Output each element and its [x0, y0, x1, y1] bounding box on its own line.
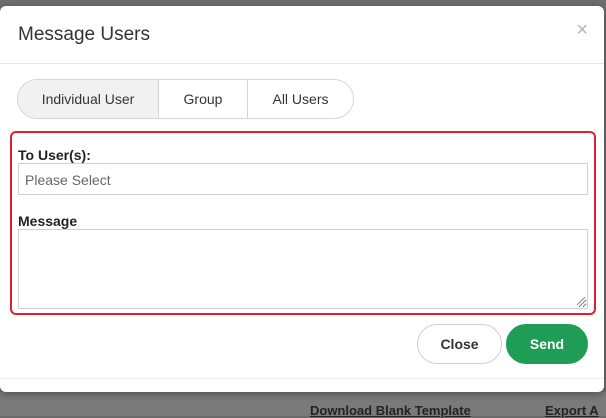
- close-button[interactable]: Close: [417, 324, 502, 364]
- resize-grip-icon[interactable]: [576, 296, 586, 306]
- message-label: Message: [18, 213, 78, 229]
- modal-header: Message Users ×: [0, 6, 604, 64]
- modal-title: Message Users: [18, 24, 150, 45]
- background-footer: [0, 392, 606, 416]
- to-users-label: To User(s):: [18, 147, 91, 163]
- modal-footer-divider: [0, 378, 604, 379]
- close-icon[interactable]: ×: [576, 20, 588, 40]
- recipient-type-tabs: Individual User Group All Users: [17, 79, 354, 119]
- to-users-select[interactable]: Please Select: [18, 163, 588, 195]
- tab-individual-user[interactable]: Individual User: [18, 80, 159, 118]
- tab-all-users[interactable]: All Users: [248, 80, 353, 118]
- message-textarea[interactable]: [18, 229, 588, 309]
- message-users-modal: Message Users × Individual User Group Al…: [0, 6, 604, 392]
- tab-group[interactable]: Group: [159, 80, 248, 118]
- send-button[interactable]: Send: [506, 324, 588, 364]
